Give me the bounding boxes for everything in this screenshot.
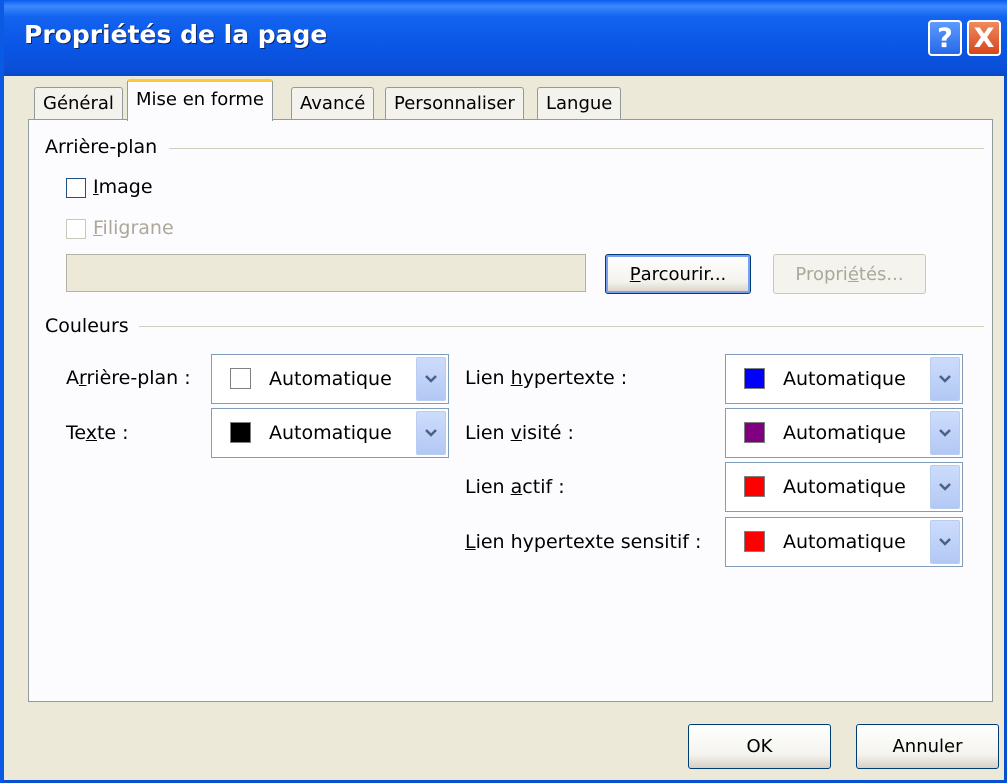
tab-general[interactable]: Général [34,87,123,121]
select-value: Automatique [269,422,392,444]
tab-personnaliser[interactable]: Personnaliser [385,87,524,121]
chevron-down-icon [425,375,437,383]
chevron-down-icon [939,538,951,546]
image-checkbox[interactable] [66,178,86,198]
help-button[interactable]: ? [928,20,962,56]
hover-link-color-select[interactable]: Automatique [725,517,963,567]
tab-panel-mise-en-forme: Arrière-plan Image Filigrane Parcourir..… [28,119,993,702]
chevron-down-icon [425,429,437,437]
watermark-checkbox-label: Filigrane [93,217,174,239]
visited-link-color-select[interactable]: Automatique [725,408,963,458]
dialog-title: Propriétés de la page [24,20,328,49]
visited-link-color-label: Lien visité : [465,422,574,444]
select-value: Automatique [783,422,906,444]
hyperlink-color-select[interactable]: Automatique [725,354,963,404]
background-image-path-field [66,254,586,292]
tab-langue[interactable]: Langue [537,87,622,121]
color-swatch [744,422,765,443]
question-mark-icon: ? [937,22,953,54]
color-swatch [744,368,765,389]
tab-label: Avancé [300,93,366,114]
group-title-background: Arrière-plan [45,136,166,158]
text-color-label: Texte : [66,422,129,444]
title-bar[interactable]: Propriétés de la page ? X [4,0,1007,76]
select-value: Automatique [783,368,906,390]
tab-label: Personnaliser [394,93,515,114]
dropdown-button[interactable] [930,411,960,455]
dropdown-button[interactable] [930,520,960,564]
group-divider [139,326,984,327]
image-checkbox-label[interactable]: Image [93,176,153,198]
active-link-color-select[interactable]: Automatique [725,462,963,512]
select-value: Automatique [783,531,906,553]
dropdown-button[interactable] [416,411,446,455]
watermark-checkbox[interactable] [66,219,86,239]
close-button[interactable]: X [967,20,1001,56]
select-value: Automatique [783,476,906,498]
chevron-down-icon [939,429,951,437]
dropdown-button[interactable] [416,357,446,401]
dropdown-button[interactable] [930,357,960,401]
tab-avance[interactable]: Avancé [291,87,375,121]
ok-button[interactable]: OK [688,724,831,769]
tab-label: Général [43,93,114,114]
close-x-icon: X [973,22,995,54]
tab-label: Mise en forme [136,89,264,110]
active-link-color-label: Lien actif : [465,476,565,498]
color-swatch [744,476,765,497]
tab-mise-en-forme[interactable]: Mise en forme [127,79,273,121]
text-color-select[interactable]: Automatique [211,408,449,458]
background-color-label: Arrière-plan : [66,367,191,389]
tab-label: Langue [546,93,613,114]
page-properties-dialog: Propriétés de la page ? X Général Mise e… [0,0,1007,783]
color-swatch [744,531,765,552]
browse-button[interactable]: Parcourir... [605,254,751,294]
background-color-select[interactable]: Automatique [211,354,449,404]
hyperlink-color-label: Lien hypertexte : [465,367,628,389]
group-divider [169,148,984,149]
hover-link-color-label: Lien hypertexte sensitif : [465,531,702,553]
color-swatch [230,422,251,443]
cancel-button[interactable]: Annuler [856,724,999,769]
select-value: Automatique [269,368,392,390]
color-swatch [230,368,251,389]
chevron-down-icon [939,483,951,491]
group-title-colors: Couleurs [45,315,137,337]
chevron-down-icon [939,375,951,383]
properties-button: Propri é tés... [773,254,926,294]
dropdown-button[interactable] [930,465,960,509]
